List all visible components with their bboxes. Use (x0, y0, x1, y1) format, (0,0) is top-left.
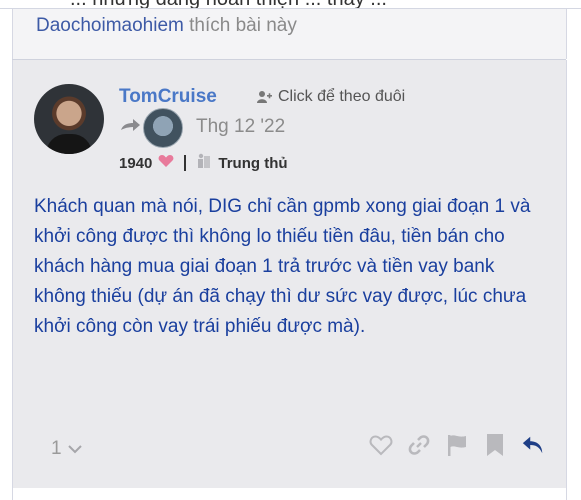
post-username[interactable]: TomCruise (119, 86, 217, 108)
previous-post-clipped: ... nhưng đang hoàn thiện ... thấy ... (0, 0, 581, 8)
liked-by-text: Daochoimaohiem thích bài này (36, 15, 297, 37)
add-user-icon (256, 90, 272, 104)
reply-icon (522, 436, 543, 454)
post-card: TomCruise Click để theo đuôi Thg 12 '22 … (12, 60, 567, 488)
next-post-edge (12, 488, 567, 500)
avatar-shirt (46, 134, 92, 154)
like-button[interactable] (369, 433, 393, 457)
reply-to-avatar[interactable] (143, 108, 183, 148)
post-body: Khách quan mà nói, DIG chỉ cần gpmb xong… (34, 196, 531, 337)
follow-button[interactable]: Click để theo đuôi (256, 88, 405, 106)
liked-by-suffix: thích bài này (189, 15, 297, 36)
liked-by-user-link[interactable]: Daochoimaohiem (36, 15, 184, 36)
user-stats: 1940 Trung thủ (119, 153, 288, 173)
post-date[interactable]: Thg 12 '22 (196, 116, 285, 138)
reply-count: 1 (51, 438, 62, 459)
link-icon (408, 435, 430, 455)
reply-arrow-icon (119, 118, 141, 141)
user-avatar[interactable] (34, 84, 104, 154)
reply-button[interactable] (521, 433, 545, 457)
likes-count: 1940 (119, 154, 153, 172)
heart-icon (158, 154, 174, 172)
post-actions (369, 433, 545, 457)
flag-icon (448, 435, 466, 456)
link-button[interactable] (407, 433, 431, 457)
liked-by-row: Daochoimaohiem thích bài này (12, 9, 567, 59)
bookmark-icon (487, 434, 503, 456)
user-badge[interactable]: Trung thủ (218, 155, 287, 172)
reply-count-toggle[interactable]: 1 (51, 438, 82, 460)
stats-separator (184, 155, 187, 171)
flag-button[interactable] (445, 433, 469, 457)
clipped-text: ... nhưng đang hoàn thiện ... thấy ... (70, 0, 387, 8)
badge-icon (196, 153, 212, 173)
chevron-down-icon (67, 438, 82, 460)
bookmark-button[interactable] (483, 433, 507, 457)
follow-label: Click để theo đuôi (278, 88, 406, 105)
heart-outline-icon (369, 435, 393, 456)
